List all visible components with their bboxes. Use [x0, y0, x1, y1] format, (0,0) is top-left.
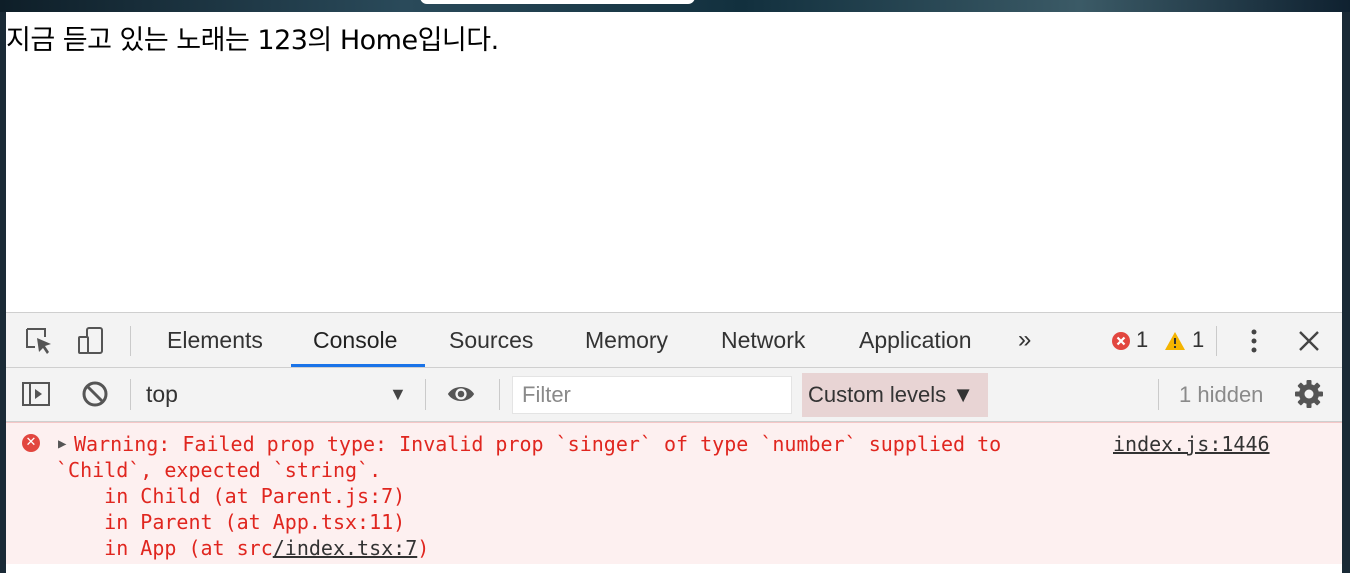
source-link[interactable]: index.js:1446: [1113, 431, 1270, 457]
error-count-icon[interactable]: [1110, 326, 1132, 356]
live-expression-icon[interactable]: [446, 379, 476, 409]
tab-memory[interactable]: Memory: [563, 313, 690, 367]
console-warning-message: ✕ ▶ Warning: Failed prop type: Invalid p…: [6, 422, 1342, 566]
more-tabs-button[interactable]: »: [1018, 313, 1031, 367]
error-icon: ✕: [22, 434, 40, 452]
toolbar-separator: [130, 379, 131, 410]
chevron-down-icon[interactable]: ▼: [389, 368, 407, 421]
message-line: `Child`, expected `string`.: [56, 458, 382, 482]
inspect-element-icon[interactable]: [24, 326, 54, 356]
tab-console[interactable]: Console: [291, 313, 419, 367]
warning-icon[interactable]: [1163, 326, 1187, 356]
devtools-tabbar: Elements Console Sources Memory Network …: [6, 313, 1342, 368]
page-viewport: 지금 듣고 있는 노래는 123의 Home입니다.: [6, 12, 1342, 312]
toolbar-separator: [1216, 326, 1217, 356]
context-selector[interactable]: top: [146, 368, 416, 421]
warning-count[interactable]: 1: [1192, 313, 1204, 367]
gear-icon[interactable]: [1294, 379, 1324, 409]
console-toolbar: top ▼ Custom levels ▼ 1 hidden: [6, 368, 1342, 422]
window-notch: [420, 0, 695, 4]
stack-line: in Child (at Parent.js:7): [56, 484, 406, 508]
active-tab-indicator: [291, 364, 425, 367]
expand-triangle-icon[interactable]: ▶: [58, 431, 66, 457]
stack-source-link[interactable]: /index.tsx:7: [273, 536, 418, 560]
devtools-panel: Elements Console Sources Memory Network …: [6, 312, 1342, 573]
tab-application[interactable]: Application: [837, 313, 994, 367]
stack-line-prefix: in App (at src: [56, 536, 273, 560]
stack-line: in App (at src/index.tsx:7): [56, 535, 429, 561]
device-toolbar-icon[interactable]: [76, 326, 106, 356]
toolbar-separator: [425, 379, 426, 410]
toolbar-separator: [130, 326, 131, 356]
stack-line: in Parent (at App.tsx:11): [56, 510, 406, 534]
page-text: 지금 듣고 있는 노래는 123의 Home입니다.: [6, 25, 499, 56]
toolbar-separator: [499, 379, 500, 410]
error-count[interactable]: 1: [1136, 313, 1148, 367]
tab-sources[interactable]: Sources: [427, 313, 555, 367]
context-label: top: [146, 381, 178, 407]
message-line: Warning: Failed prop type: Invalid prop …: [74, 432, 1002, 456]
tab-elements[interactable]: Elements: [145, 313, 285, 367]
toolbar-separator: [1158, 379, 1159, 410]
hidden-messages-count: 1 hidden: [1179, 382, 1264, 407]
clear-console-icon[interactable]: [80, 379, 110, 409]
console-sidebar-icon[interactable]: [21, 379, 51, 409]
log-levels-dropdown[interactable]: Custom levels ▼: [802, 373, 988, 417]
tab-network[interactable]: Network: [699, 313, 827, 367]
stack-line-suffix: ): [417, 536, 430, 560]
close-icon[interactable]: [1294, 326, 1324, 356]
filter-input[interactable]: [512, 376, 792, 414]
vertical-dots-icon[interactable]: [1239, 326, 1269, 356]
